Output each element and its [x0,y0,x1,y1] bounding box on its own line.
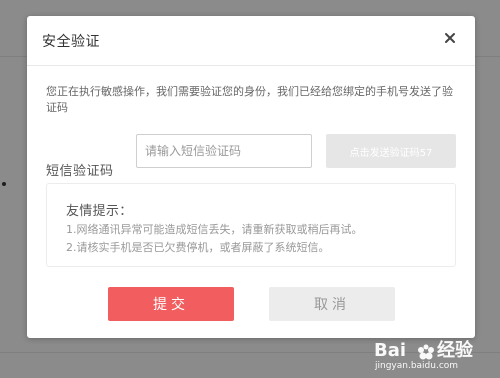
tips-title: 友情提示： [66,204,133,219]
verification-description: 您正在执行敏感操作，我们需要验证您的身份，我们已经给您绑定的手机号发送了验证码 [46,85,453,114]
security-verification-dialog: 安全验证 您正在执行敏感操作，我们需要验证您的身份，我们已经给您绑定的手机号发送… [27,16,475,338]
sms-code-label: 短信验证码 [46,164,114,179]
tips-box: 友情提示： 1.网络通讯异常可能造成短信丢失，请重新获取或稍后再试。 2.请核实… [46,183,456,267]
dialog-header: 安全验证 [27,16,475,66]
svg-text:Bai: Bai [374,340,406,361]
submit-button[interactable]: 提交 [108,287,234,321]
svg-text:jingyan.baidu.com: jingyan.baidu.com [374,361,458,370]
close-icon[interactable] [442,30,458,46]
sms-code-input[interactable] [136,134,312,168]
background-bullet [2,182,6,186]
tips-line-phone: 2.请核实手机是否已欠费停机，或者屏蔽了系统短信。 [66,241,330,254]
tips-line-network: 1.网络通讯异常可能造成短信丢失，请重新获取或稍后再试。 [66,223,363,236]
svg-text:经验: 经验 [437,340,474,361]
send-code-button[interactable]: 点击发送验证码57 [326,134,456,168]
cancel-button[interactable]: 取消 [269,287,395,321]
dialog-title: 安全验证 [42,34,100,50]
baidu-jingyan-watermark: Bai 经验 jingyan.baidu.com [374,340,492,370]
